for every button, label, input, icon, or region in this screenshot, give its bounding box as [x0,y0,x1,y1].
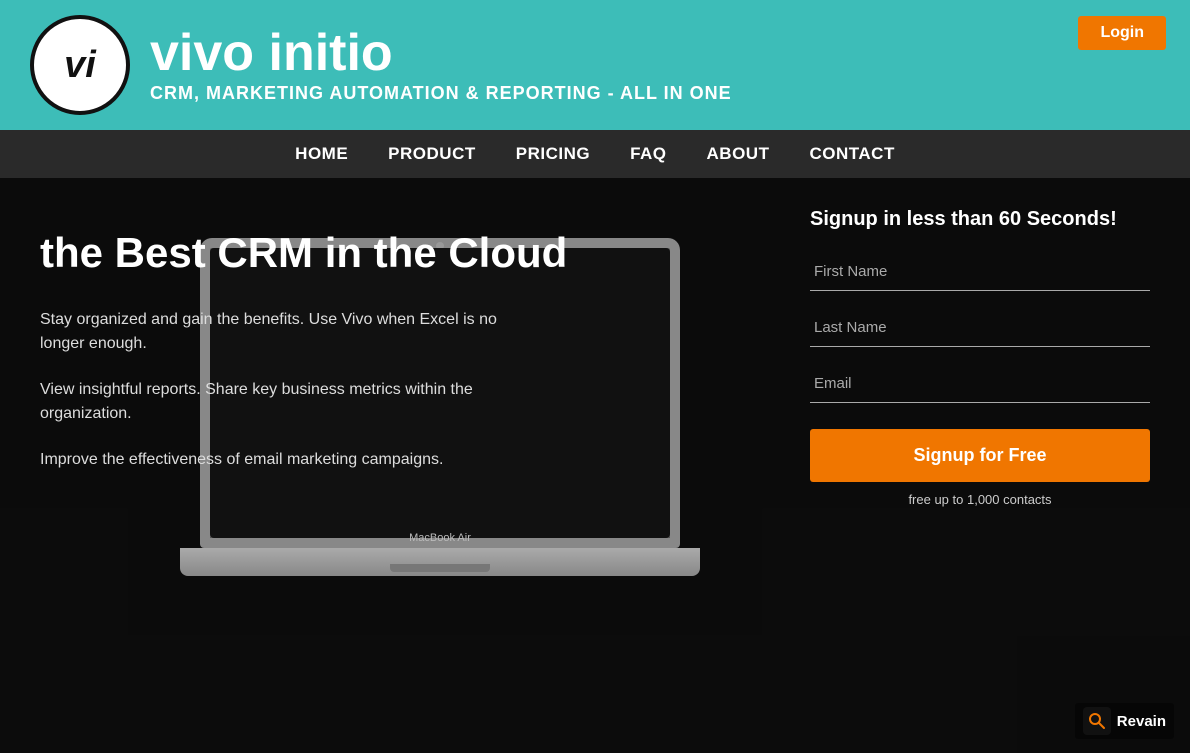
signup-panel: Signup in less than 60 Seconds! Signup f… [810,208,1150,507]
last-name-input[interactable] [810,309,1150,347]
laptop-label: MacBook Air [409,532,471,544]
revain-label: Revain [1117,713,1166,730]
site-header: vi vivo initio CRM, MARKETING AUTOMATION… [0,0,1190,130]
hero-desc-2: View insightful reports. Share key busin… [40,378,540,426]
nav-item-home[interactable]: HOME [295,144,348,164]
hero-section: MacBook Air the Best CRM in the Cloud St… [0,178,1190,753]
brand-text: vivo initio CRM, MARKETING AUTOMATION & … [150,27,732,104]
nav-item-faq[interactable]: FAQ [630,144,666,164]
nav-item-product[interactable]: PRODUCT [388,144,476,164]
logo: vi [30,15,130,115]
brand-tagline: CRM, MARKETING AUTOMATION & REPORTING - … [150,83,732,104]
login-button[interactable]: Login [1078,16,1166,50]
main-nav: HOME PRODUCT PRICING FAQ ABOUT CONTACT [0,130,1190,178]
first-name-input[interactable] [810,253,1150,291]
hero-content: the Best CRM in the Cloud Stay organized… [40,228,660,494]
email-input[interactable] [810,365,1150,403]
hero-desc-1: Stay organized and gain the benefits. Us… [40,308,540,356]
nav-item-pricing[interactable]: PRICING [516,144,590,164]
hero-title: the Best CRM in the Cloud [40,228,660,278]
hero-desc-3: Improve the effectiveness of email marke… [40,448,540,472]
signup-note: free up to 1,000 contacts [810,492,1150,507]
brand-name: vivo initio [150,27,732,79]
revain-watermark: Revain [1075,703,1174,739]
nav-item-about[interactable]: ABOUT [707,144,770,164]
signup-title: Signup in less than 60 Seconds! [810,208,1150,231]
signup-button[interactable]: Signup for Free [810,429,1150,482]
revain-icon [1083,707,1111,735]
nav-item-contact[interactable]: CONTACT [809,144,894,164]
